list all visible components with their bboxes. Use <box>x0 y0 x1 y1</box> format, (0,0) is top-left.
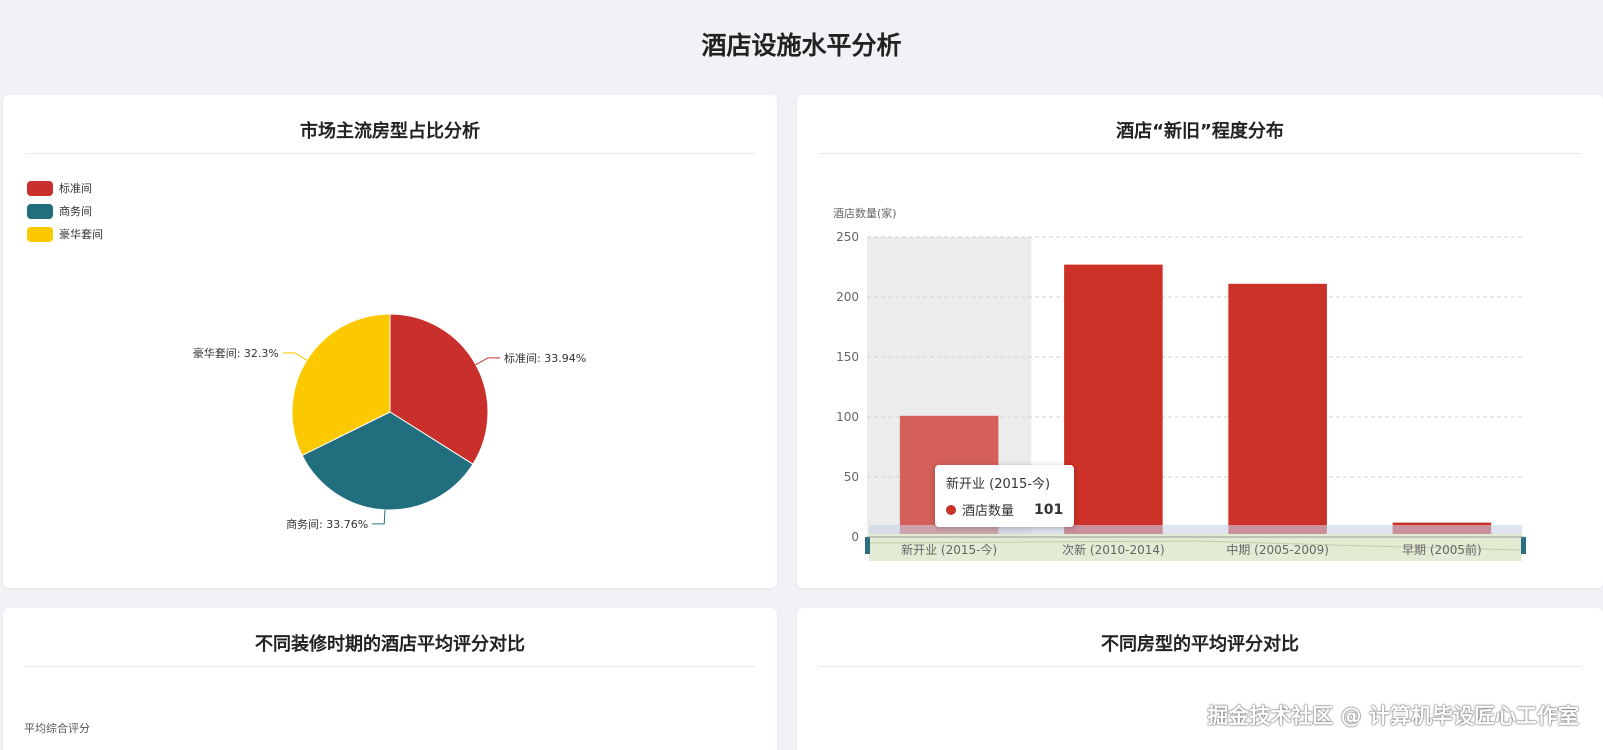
card-divider <box>819 666 1581 667</box>
x-tick-label: 早期 (2005前) <box>1402 542 1482 557</box>
pie-slice-label: 标准间: 33.94% <box>504 351 586 365</box>
bar <box>1064 264 1163 537</box>
pie-chart: 标准间: 33.94% 商务间: 33.76% 豪华套间: 32.3% <box>193 313 586 531</box>
y-tick-label: 50 <box>844 470 859 484</box>
tooltip-value: 101 <box>1034 501 1064 518</box>
y-tick-label: 0 <box>851 530 859 544</box>
renovation-y-axis-label: 平均综合评分 <box>24 722 90 735</box>
pie-label-line <box>372 509 386 525</box>
tooltip-series-name: 酒店数量 <box>962 504 1015 519</box>
bar-chart: 酒店数量(家) 0 50 100 150 200 250 新开业 (2015-今) 次新 (20… <box>833 206 1526 561</box>
y-tick-label: 100 <box>836 410 859 424</box>
bar <box>1228 283 1327 537</box>
hotel-age-card: 酒店“新旧”程度分布 酒店数量(家) 0 50 100 150 200 250 新开业 (20… <box>797 95 1603 588</box>
tooltip-series-dot <box>946 504 956 515</box>
chart-tooltip: 新开业 (2015-今) 酒店数量 101 <box>935 465 1075 527</box>
y-tick-label: 150 <box>836 350 859 364</box>
renovation-rating-card: 不同装修时期的酒店平均评分对比 平均综合评分 <box>3 608 777 750</box>
y-tick-label: 200 <box>836 290 859 304</box>
y-tick-label: 250 <box>836 230 859 244</box>
pie-slice-label: 豪华套间: 32.3% <box>193 346 279 360</box>
y-axis-label: 酒店数量(家) <box>833 206 897 220</box>
room-rating-card-title: 不同房型的平均评分对比 <box>1101 634 1299 655</box>
pie-label-line <box>282 352 308 361</box>
pie-slice-label: 商务间: 33.76% <box>286 517 368 531</box>
watermark-text: 掘金技术社区 @ 计算机毕设匠心工作室 <box>1207 704 1579 728</box>
pie-label-line <box>475 357 501 366</box>
x-tick-label: 中期 (2005-2009) <box>1226 542 1329 557</box>
x-tick-label: 次新 (2010-2014) <box>1062 542 1165 557</box>
renovation-card-title: 不同装修时期的酒店平均评分对比 <box>255 634 525 655</box>
x-tick-label: 新开业 (2015-今) <box>901 542 997 557</box>
room-type-card: 市场主流房型占比分析 标准间 商务间 豪华套间 标准间: 33.94% 商务间: 33… <box>3 95 777 588</box>
page-title: 酒店设施水平分析 <box>701 31 902 60</box>
datazoom-handle-right <box>1521 537 1526 554</box>
tooltip-title: 新开业 (2015-今) <box>946 477 1051 492</box>
datazoom-handle-left <box>865 537 870 554</box>
card-divider <box>25 666 755 667</box>
